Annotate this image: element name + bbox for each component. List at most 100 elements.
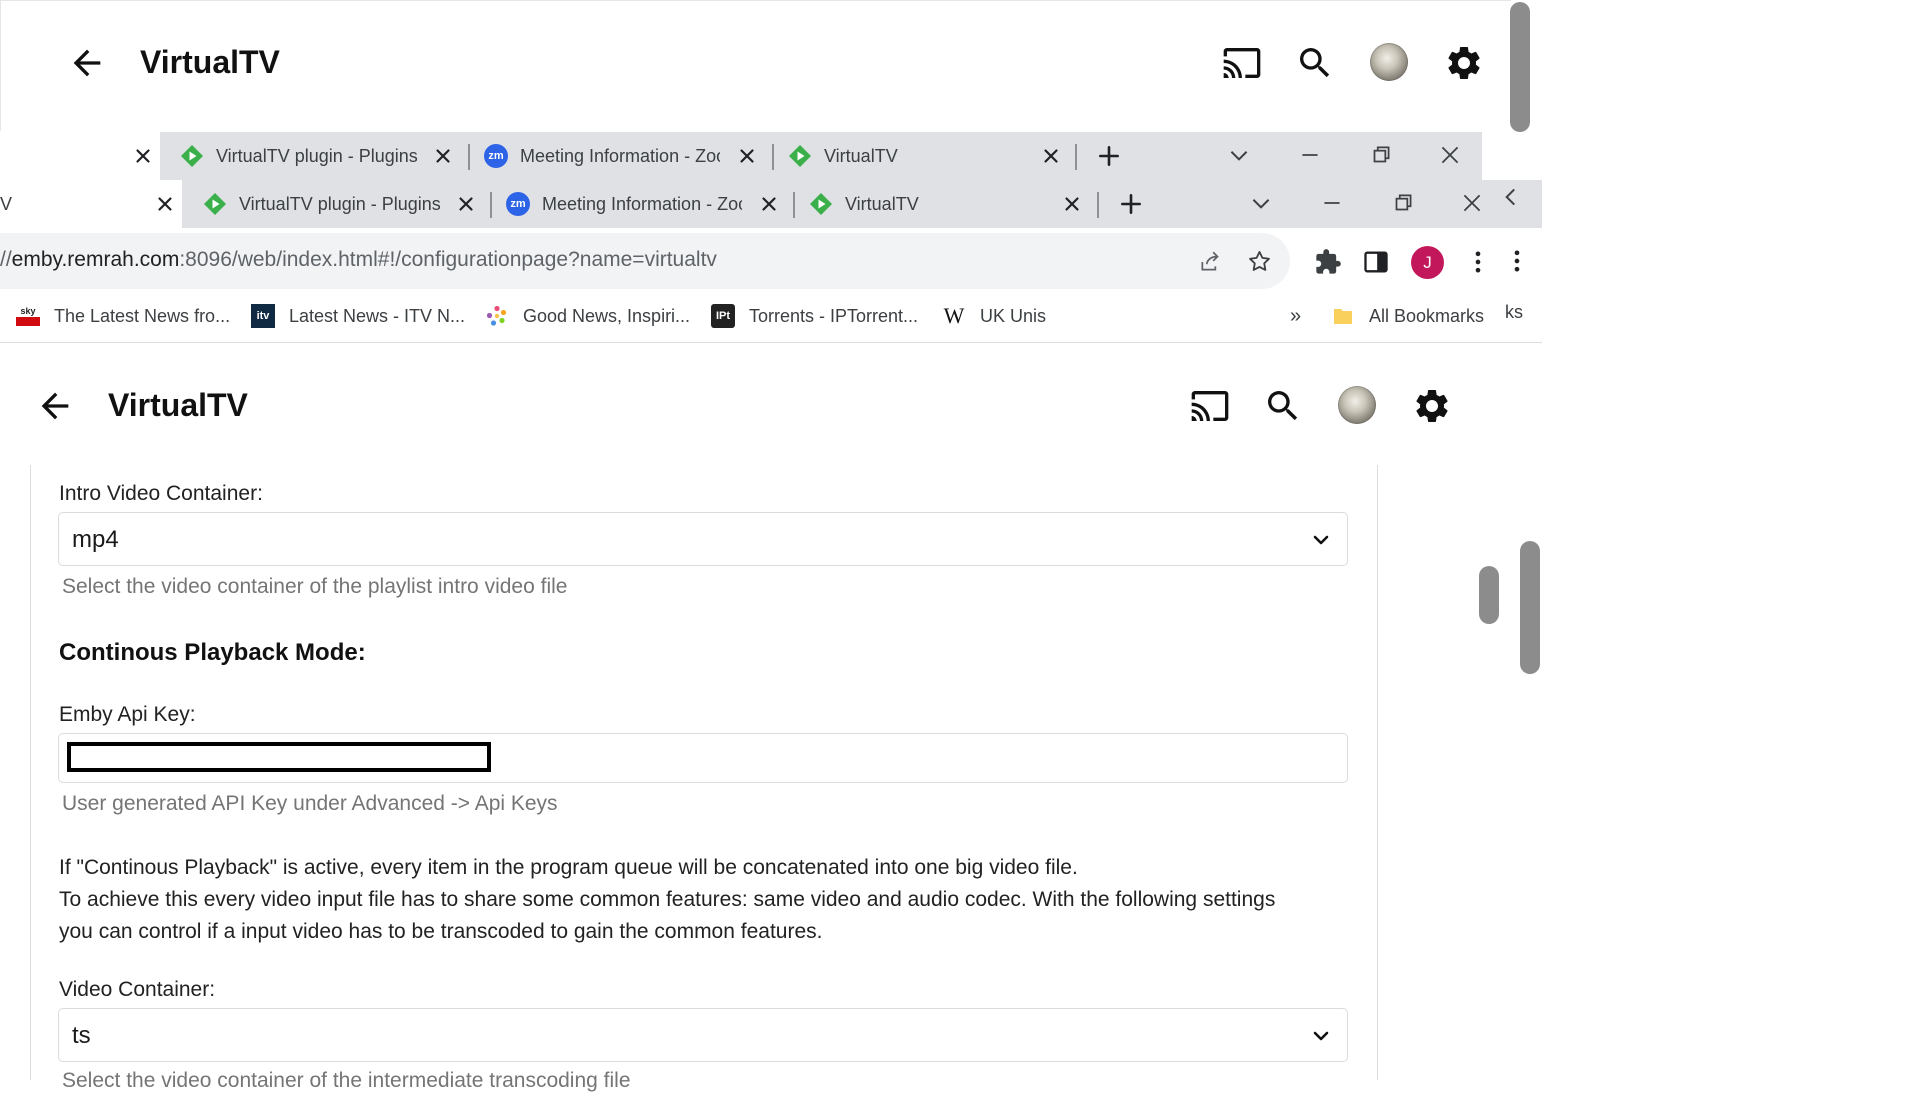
- restore-icon[interactable]: [1368, 142, 1394, 168]
- minimize-icon[interactable]: [1297, 142, 1323, 168]
- all-bookmarks-button[interactable]: All Bookmarks: [1331, 302, 1484, 330]
- chevron-down-icon: [1313, 535, 1329, 545]
- kebab-menu-icon-back[interactable]: [1503, 247, 1531, 275]
- cast-icon[interactable]: [1222, 43, 1262, 83]
- tab-virtualtv[interactable]: VirtualTV: [788, 132, 1068, 180]
- back-arrow-icon[interactable]: [35, 386, 75, 426]
- bookmark-good-news[interactable]: Good News, Inspiri...: [485, 302, 690, 330]
- close-icon[interactable]: [1061, 193, 1083, 215]
- video-container-select[interactable]: ts: [58, 1008, 1348, 1062]
- tab-strip-back: VirtualTV plugin - Plugins zm Meeting In…: [0, 132, 1482, 180]
- toolbar-divider: [0, 342, 1542, 343]
- back-arrow-icon[interactable]: [67, 43, 107, 83]
- tab-virtualtv-plugin[interactable]: VirtualTV plugin - Plugins: [180, 132, 460, 180]
- address-bar[interactable]: //emby.remrah.com:8096/web/index.html#!/…: [0, 233, 1290, 289]
- tab-label: VirtualTV: [824, 145, 898, 166]
- page-scrollbar-top[interactable]: [1510, 2, 1530, 132]
- bookmarks-overflow-button[interactable]: »: [1290, 302, 1301, 330]
- close-icon[interactable]: [758, 193, 780, 215]
- close-icon[interactable]: [455, 193, 477, 215]
- new-tab-plus-icon[interactable]: [1096, 143, 1122, 169]
- content-border-right: [1377, 465, 1378, 1080]
- profile-avatar[interactable]: J: [1411, 246, 1444, 279]
- api-key-input[interactable]: [58, 733, 1348, 783]
- bookmark-uk-unis[interactable]: W UK Unis: [942, 302, 1046, 330]
- tab-virtualtv[interactable]: VirtualTV: [809, 180, 1089, 228]
- user-avatar[interactable]: [1338, 386, 1376, 424]
- share-icon[interactable]: [1198, 249, 1224, 275]
- tab-separator: [1097, 192, 1099, 218]
- fragment-label: ks: [1505, 301, 1523, 322]
- bookmark-label: Torrents - IPTorrent...: [749, 305, 919, 326]
- tab-separator: [1075, 144, 1077, 170]
- bookmark-sky-news[interactable]: sky The Latest News fro...: [16, 302, 230, 330]
- flower-icon: [486, 305, 507, 326]
- tab-meeting-information[interactable]: zm Meeting Information - Zoom: [484, 132, 764, 180]
- zoom-favicon: zm: [484, 144, 508, 168]
- bookmark-label: Good News, Inspiri...: [523, 305, 691, 326]
- content-scrollbar-thumb-1[interactable]: [1479, 566, 1499, 624]
- close-icon[interactable]: [132, 145, 154, 167]
- tab-label: VirtualTV: [845, 193, 919, 214]
- tab-search-chevron-icon[interactable]: [1248, 190, 1274, 216]
- gear-icon[interactable]: [1444, 43, 1484, 83]
- wikipedia-icon: W: [943, 303, 965, 328]
- virtualtv-favicon: [181, 145, 203, 167]
- api-key-hint: User generated API Key under Advanced ->…: [62, 792, 558, 815]
- tab-virtualtv-plugin[interactable]: VirtualTV plugin - Plugins: [203, 180, 483, 228]
- kebab-menu-icon[interactable]: [1464, 248, 1492, 276]
- tab-search-chevron-icon[interactable]: [1226, 142, 1252, 168]
- url-prefix: //: [0, 248, 12, 271]
- intro-container-hint: Select the video container of the playli…: [62, 575, 568, 598]
- bookmark-itv[interactable]: itv Latest News - ITV N...: [251, 302, 465, 330]
- url-text[interactable]: //emby.remrah.com:8096/web/index.html#!/…: [0, 248, 717, 272]
- search-icon[interactable]: [1263, 386, 1303, 426]
- video-container-label: Video Container:: [59, 978, 216, 1001]
- close-icon[interactable]: [432, 145, 454, 167]
- close-icon[interactable]: [154, 193, 176, 215]
- tab-strip-front: V VirtualTV plugin - Plugins zm Meeting …: [0, 180, 1542, 228]
- tab-blank[interactable]: [0, 132, 160, 180]
- tab-label: Meeting Information - Zoom: [520, 145, 720, 166]
- tab-label: V: [0, 193, 13, 214]
- emby-header-top: VirtualTV: [0, 0, 1511, 131]
- tab-separator: [793, 192, 795, 218]
- bookmark-iptorrents[interactable]: IPt Torrents - IPTorrent...: [711, 302, 918, 330]
- tab-blank[interactable]: V: [0, 180, 182, 228]
- tab-separator: [468, 144, 470, 170]
- select-value: ts: [72, 1022, 91, 1049]
- content-scrollbar-thumb-2[interactable]: [1520, 541, 1540, 674]
- minimize-icon[interactable]: [1319, 190, 1345, 216]
- tab-meeting-information[interactable]: zm Meeting Information - Zoom: [506, 180, 786, 228]
- page-title: VirtualTV: [140, 44, 280, 80]
- user-avatar[interactable]: [1370, 43, 1408, 81]
- search-icon[interactable]: [1295, 43, 1335, 83]
- bookmarks-fragment: ks: [1505, 298, 1523, 326]
- close-icon[interactable]: [736, 145, 758, 167]
- virtualtv-favicon: [810, 193, 832, 215]
- description-line: To achieve this every video input file h…: [59, 888, 1276, 911]
- folder-icon: [1334, 309, 1352, 324]
- content-border-left: [30, 465, 31, 1080]
- close-icon[interactable]: [1040, 145, 1062, 167]
- cast-icon[interactable]: [1190, 386, 1230, 426]
- continuous-playback-description: If "Continous Playback" is active, every…: [59, 852, 1359, 948]
- close-window-icon[interactable]: [1437, 142, 1463, 168]
- chevron-left-icon[interactable]: [1498, 184, 1524, 210]
- zoom-favicon: zm: [506, 192, 530, 216]
- bookmark-star-icon[interactable]: [1246, 248, 1273, 275]
- extensions-puzzle-icon[interactable]: [1314, 248, 1342, 276]
- tab-label: VirtualTV plugin - Plugins: [239, 193, 441, 214]
- new-tab-plus-icon[interactable]: [1118, 191, 1144, 217]
- page-title: VirtualTV: [108, 387, 248, 423]
- restore-icon[interactable]: [1390, 190, 1416, 216]
- gear-icon[interactable]: [1412, 386, 1452, 426]
- bookmark-label: UK Unis: [980, 305, 1047, 326]
- intro-container-select[interactable]: mp4: [58, 512, 1348, 566]
- side-panel-icon[interactable]: [1362, 248, 1390, 276]
- iptorrents-icon: IPt: [711, 304, 735, 328]
- virtualtv-favicon: [789, 145, 811, 167]
- redacted-box: [67, 742, 491, 772]
- tab-separator: [772, 144, 774, 170]
- close-window-icon[interactable]: [1459, 190, 1485, 216]
